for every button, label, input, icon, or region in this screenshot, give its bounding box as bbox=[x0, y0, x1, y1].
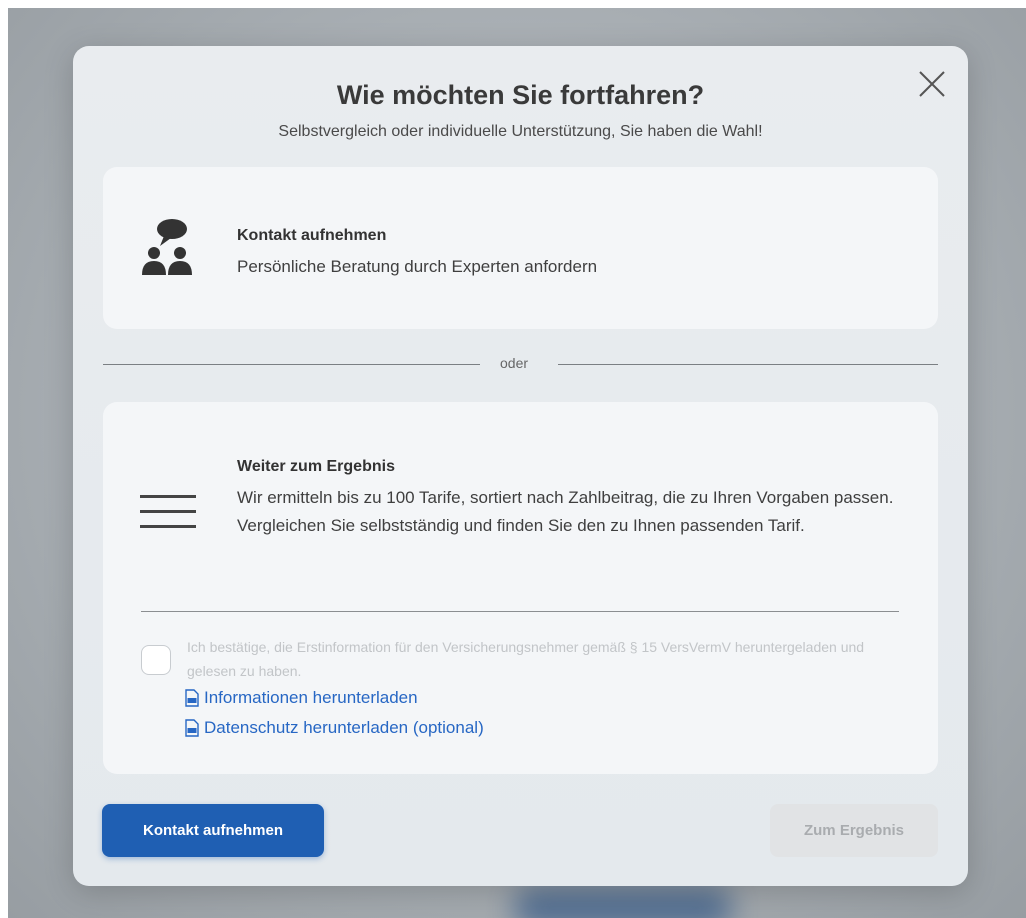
consent-checkbox[interactable] bbox=[141, 645, 171, 675]
or-separator: oder bbox=[103, 354, 938, 374]
choice-dialog: Wie möchten Sie fortfahren? Selbstvergle… bbox=[73, 46, 968, 886]
separator-line-right bbox=[558, 364, 938, 365]
pdf-file-icon bbox=[185, 689, 199, 707]
backdrop-highlight bbox=[513, 888, 733, 918]
result-option-description: Wir ermitteln bis zu 100 Tarife, sortier… bbox=[237, 488, 894, 535]
result-option-heading: Weiter zum Ergebnis bbox=[237, 458, 395, 475]
dialog-title: Wie möchten Sie fortfahren? bbox=[336, 80, 705, 110]
separator-label: oder bbox=[500, 355, 529, 371]
result-option-card: Weiter zum Ergebnis Wir ermitteln bis zu… bbox=[103, 402, 938, 774]
result-button[interactable]: Zum Ergebnis bbox=[770, 804, 938, 857]
download-information-link[interactable]: Informationen herunterladen bbox=[184, 688, 418, 708]
download-information-label[interactable]: Informationen herunterladen bbox=[204, 688, 418, 708]
contact-button[interactable]: Kontakt aufnehmen bbox=[102, 804, 324, 857]
dialog-subtitle: Selbstvergleich oder individuelle Unters… bbox=[278, 123, 763, 140]
consent-text: Ich bestätige, die Erstinformation für d… bbox=[187, 639, 865, 679]
contact-option-heading: Kontakt aufnehmen bbox=[237, 227, 387, 244]
people-chat-icon bbox=[142, 219, 192, 275]
contact-option-card[interactable]: Kontakt aufnehmen Persönliche Beratung d… bbox=[103, 167, 938, 329]
separator-line-left bbox=[103, 364, 480, 365]
contact-option-description: Persönliche Beratung durch Experten anfo… bbox=[237, 257, 598, 276]
download-privacy-label[interactable]: Datenschutz herunterladen (optional) bbox=[204, 718, 484, 738]
download-privacy-link[interactable]: Datenschutz herunterladen (optional) bbox=[184, 718, 484, 738]
hamburger-lines-icon bbox=[140, 495, 196, 528]
pdf-file-icon bbox=[185, 719, 199, 737]
result-card-divider bbox=[141, 611, 899, 612]
